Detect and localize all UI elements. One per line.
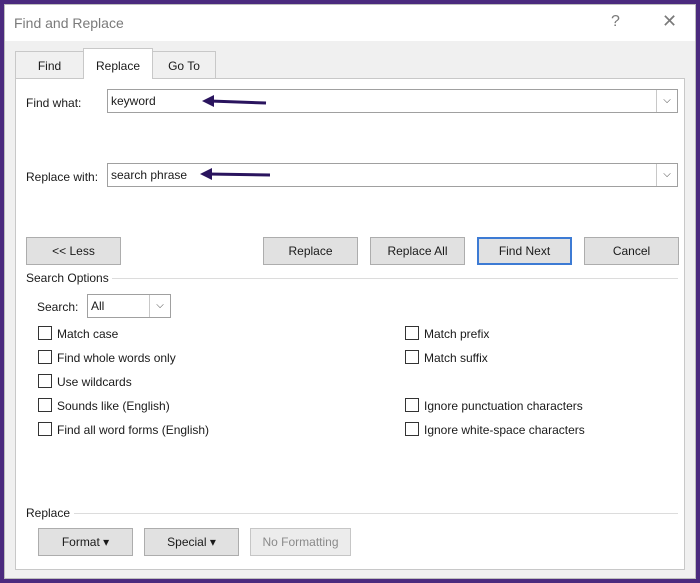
- chevron-down-icon[interactable]: ⌵: [656, 164, 677, 186]
- whole-words-checkbox[interactable]: [38, 350, 52, 364]
- less-button[interactable]: << Less: [26, 237, 121, 265]
- replace-with-input[interactable]: search phrase ⌵: [107, 163, 678, 187]
- close-icon[interactable]: ✕: [662, 11, 677, 32]
- word-forms-label[interactable]: Find all word forms (English): [57, 423, 209, 437]
- find-what-label: Find what:: [26, 96, 82, 110]
- find-replace-dialog: Find and Replace ? ✕ Find Replace Go To …: [4, 4, 696, 579]
- tab-find[interactable]: Find: [15, 51, 84, 79]
- match-case-checkbox[interactable]: [38, 326, 52, 340]
- replace-section-heading: Replace: [26, 506, 71, 520]
- whole-words-label[interactable]: Find whole words only: [57, 351, 176, 365]
- cancel-button[interactable]: Cancel: [584, 237, 679, 265]
- find-next-button[interactable]: Find Next: [477, 237, 572, 265]
- no-formatting-button[interactable]: No Formatting: [250, 528, 351, 556]
- chevron-down-icon[interactable]: ⌵: [656, 90, 677, 112]
- ignore-punctuation-label[interactable]: Ignore punctuation characters: [424, 399, 583, 413]
- search-direction-value[interactable]: All: [91, 299, 104, 313]
- divider: [74, 513, 678, 514]
- ignore-punctuation-checkbox[interactable]: [405, 398, 419, 412]
- find-what-input[interactable]: keyword ⌵: [107, 89, 678, 113]
- tab-go-to[interactable]: Go To: [152, 51, 216, 79]
- format-menu-button[interactable]: Format ▾: [38, 528, 133, 556]
- find-what-value[interactable]: keyword: [111, 94, 156, 108]
- sounds-like-label[interactable]: Sounds like (English): [57, 399, 170, 413]
- divider: [112, 278, 678, 279]
- search-options-heading: Search Options: [26, 271, 109, 285]
- window-title: Find and Replace: [14, 15, 124, 31]
- replace-with-value[interactable]: search phrase: [111, 168, 187, 182]
- ignore-whitespace-label[interactable]: Ignore white-space characters: [424, 423, 585, 437]
- word-forms-checkbox[interactable]: [38, 422, 52, 436]
- match-suffix-label[interactable]: Match suffix: [424, 351, 488, 365]
- sounds-like-checkbox[interactable]: [38, 398, 52, 412]
- help-icon[interactable]: ?: [611, 13, 620, 31]
- chevron-down-icon[interactable]: ⌵: [149, 295, 170, 317]
- ignore-whitespace-checkbox[interactable]: [405, 422, 419, 436]
- match-case-label[interactable]: Match case: [57, 327, 118, 341]
- search-direction-label: Search:: [37, 300, 79, 314]
- title-bar: Find and Replace ? ✕: [5, 5, 695, 41]
- replace-all-button[interactable]: Replace All: [370, 237, 465, 265]
- match-prefix-label[interactable]: Match prefix: [424, 327, 489, 341]
- replace-with-label: Replace with:: [26, 170, 99, 184]
- match-prefix-checkbox[interactable]: [405, 326, 419, 340]
- replace-tab-panel: Find what: keyword ⌵ Replace with: searc…: [15, 78, 685, 570]
- search-direction-select[interactable]: All ⌵: [87, 294, 171, 318]
- match-suffix-checkbox[interactable]: [405, 350, 419, 364]
- annotation-arrow-icon: [200, 168, 271, 180]
- special-menu-button[interactable]: Special ▾: [144, 528, 239, 556]
- replace-button[interactable]: Replace: [263, 237, 358, 265]
- tab-replace[interactable]: Replace: [83, 48, 153, 79]
- annotation-arrow-icon: [202, 95, 267, 107]
- wildcards-label[interactable]: Use wildcards: [57, 375, 132, 389]
- wildcards-checkbox[interactable]: [38, 374, 52, 388]
